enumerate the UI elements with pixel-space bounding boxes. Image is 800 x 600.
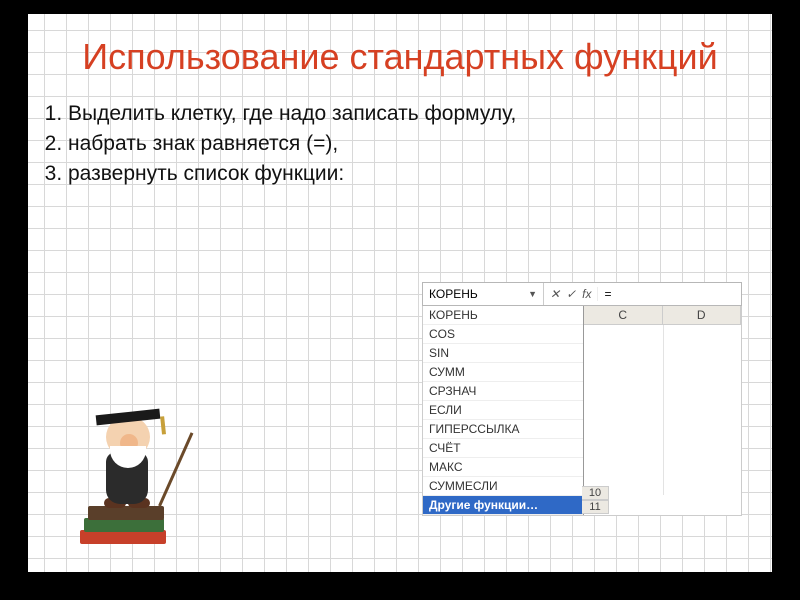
dropdown-item[interactable]: COS <box>423 325 583 344</box>
sheet-area: КОРЕНЬ COS SIN СУММ СРЗНАЧ ЕСЛИ ГИПЕРССЫ… <box>422 306 742 516</box>
dropdown-icon[interactable]: ▼ <box>528 289 537 299</box>
dropdown-item[interactable]: СЧЁТ <box>423 439 583 458</box>
slide-title: Использование стандартных функций <box>28 14 772 78</box>
list-item: развернуть список функции: <box>68 162 754 186</box>
row-header[interactable]: 10 <box>582 486 609 500</box>
formula-buttons: ✕ ✓ fx <box>544 287 597 301</box>
cancel-icon[interactable]: ✕ <box>550 287 560 301</box>
dropdown-item[interactable]: КОРЕНЬ <box>423 306 583 325</box>
cells-area[interactable] <box>584 325 741 495</box>
name-box[interactable]: КОРЕНЬ ▼ <box>423 283 544 305</box>
excel-screenshot: КОРЕНЬ ▼ ✕ ✓ fx = КОРЕНЬ COS SIN СУММ СР… <box>422 282 742 516</box>
book <box>88 506 164 520</box>
accept-icon[interactable]: ✓ <box>566 287 576 301</box>
col-header[interactable]: C <box>584 306 663 324</box>
pointer-stick <box>158 432 193 506</box>
formula-input[interactable]: = <box>597 287 741 301</box>
grid-columns: C D <box>584 306 741 515</box>
dropdown-item[interactable]: СУММЕСЛИ <box>423 477 583 496</box>
instruction-list: Выделить клетку, где надо записать форму… <box>68 102 754 186</box>
column-headers: C D <box>584 306 741 325</box>
function-dropdown[interactable]: КОРЕНЬ COS SIN СУММ СРЗНАЧ ЕСЛИ ГИПЕРССЫ… <box>423 306 584 515</box>
dropdown-item[interactable]: ЕСЛИ <box>423 401 583 420</box>
dropdown-item[interactable]: SIN <box>423 344 583 363</box>
fx-button[interactable]: fx <box>582 287 591 301</box>
list-item: Выделить клетку, где надо записать форму… <box>68 102 754 126</box>
professor-illustration <box>62 374 202 544</box>
col-header[interactable]: D <box>663 306 742 324</box>
name-box-value: КОРЕНЬ <box>429 287 478 301</box>
grid-line <box>663 325 664 495</box>
dropdown-item[interactable]: СУММ <box>423 363 583 382</box>
row-header[interactable]: 11 <box>582 500 609 514</box>
book <box>84 518 164 532</box>
formula-bar: КОРЕНЬ ▼ ✕ ✓ fx = <box>422 282 742 306</box>
dropdown-item-more-functions[interactable]: Другие функции… <box>423 496 583 515</box>
dropdown-item[interactable]: СРЗНАЧ <box>423 382 583 401</box>
list-item: набрать знак равняется (=), <box>68 132 754 156</box>
row-numbers: 10 11 <box>582 486 609 514</box>
dropdown-item[interactable]: МАКС <box>423 458 583 477</box>
book <box>80 530 166 544</box>
dropdown-item[interactable]: ГИПЕРССЫЛКА <box>423 420 583 439</box>
slide: Использование стандартных функций Выдели… <box>28 14 772 572</box>
